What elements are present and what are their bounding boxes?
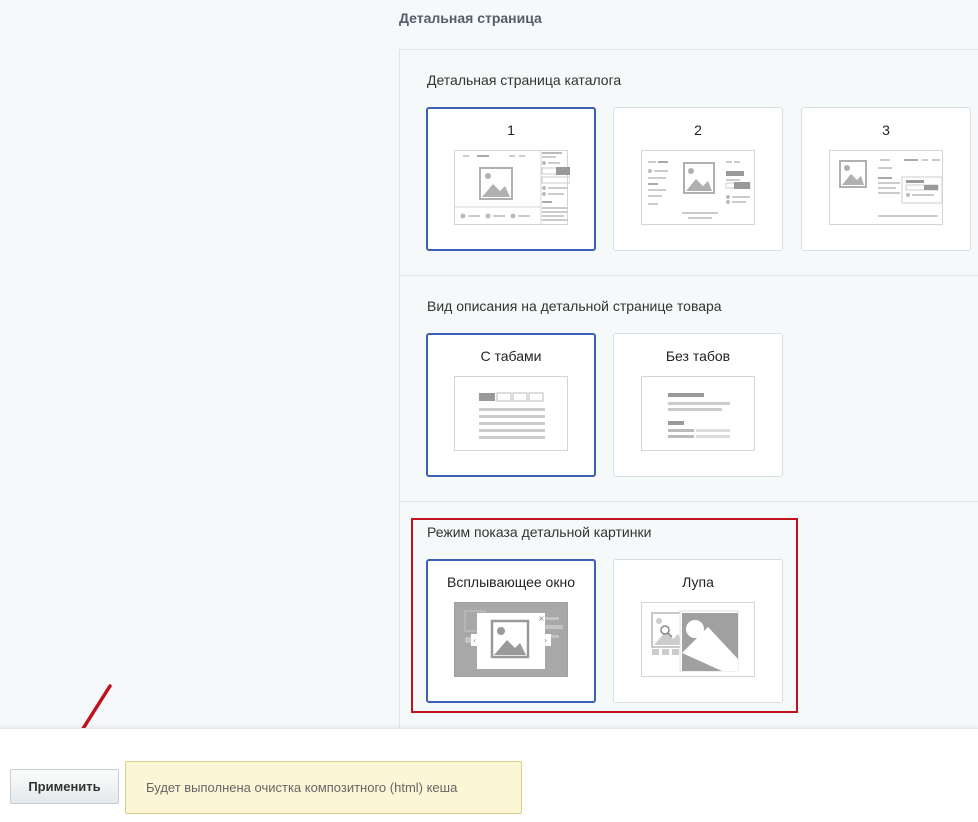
no-tabs-option[interactable]: Без табов <box>613 333 783 477</box>
catalog-detail-group: Детальная страница каталога 1 2 3 <box>399 49 978 276</box>
layout-3-preview <box>829 150 943 225</box>
tabs-option[interactable]: С табами <box>426 333 596 477</box>
layout-option-1[interactable]: 1 <box>426 107 596 251</box>
option-label: Без табов <box>665 348 731 364</box>
tabs-preview <box>454 376 568 451</box>
description-view-group: Вид описания на детальной странице товар… <box>399 275 978 502</box>
cache-notice: Будет выполнена очистка композитного (ht… <box>125 761 522 814</box>
apply-button[interactable]: Применить <box>10 769 119 804</box>
layout-option-2[interactable]: 2 <box>613 107 783 251</box>
layout-1-side-preview <box>541 152 570 221</box>
option-label: 3 <box>882 122 890 138</box>
popup-option[interactable]: Всплывающее окно × ‹ › <box>426 559 596 703</box>
footer-bar: Применить Будет выполнена очистка композ… <box>0 728 978 822</box>
svg-text:›: › <box>544 636 547 645</box>
popup-preview: × ‹ › <box>454 602 568 677</box>
option-label: С табами <box>480 348 542 364</box>
svg-text:‹: ‹ <box>473 636 476 645</box>
group-label: Режим показа детальной картинки <box>427 524 652 540</box>
layout-option-3[interactable]: 3 <box>801 107 971 251</box>
group-label: Детальная страница каталога <box>427 72 622 88</box>
group-label: Вид описания на детальной странице товар… <box>427 298 722 314</box>
section-title: Детальная страница <box>399 10 542 26</box>
image-mode-group: Режим показа детальной картинки Всплываю… <box>399 501 978 729</box>
layout-2-preview <box>641 150 755 225</box>
magnifier-option[interactable]: Лупа <box>613 559 783 703</box>
option-label: Лупа <box>682 574 714 590</box>
option-label: Всплывающее окно <box>447 574 575 590</box>
option-label: 2 <box>694 122 702 138</box>
no-tabs-preview <box>641 376 755 451</box>
svg-text:×: × <box>538 614 545 623</box>
magnifier-preview <box>641 602 755 677</box>
option-label: 1 <box>507 122 515 138</box>
